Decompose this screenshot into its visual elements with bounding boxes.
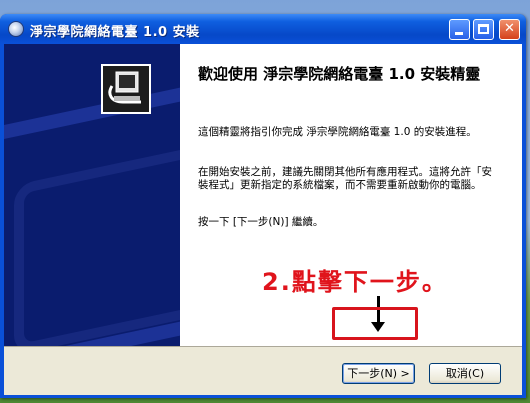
wizard-side-banner (4, 44, 180, 346)
window-client-area: 歡迎使用 淨宗學院網絡電臺 1.0 安裝精靈 這個精靈將指引你完成 淨宗學院網絡… (4, 44, 522, 395)
minimize-button[interactable] (449, 19, 470, 40)
next-button[interactable]: 下一步(N) > (342, 363, 415, 384)
installer-logo-icon (101, 64, 151, 114)
close-button[interactable]: ✕ (499, 19, 520, 40)
button-bar: 下一步(N) > 取消(C) (4, 346, 522, 395)
maximize-icon (478, 24, 489, 34)
installer-window: 淨宗學院網絡電臺 1.0 安裝 ✕ 歡迎使用 淨宗學院網絡電臺 1.0 安裝精靈… (0, 14, 526, 398)
welcome-heading: 歡迎使用 淨宗學院網絡電臺 1.0 安裝精靈 (198, 65, 481, 83)
close-icon: ✕ (504, 21, 515, 36)
minimize-icon (455, 32, 463, 35)
maximize-button[interactable] (473, 19, 494, 40)
wizard-content: 歡迎使用 淨宗學院網絡電臺 1.0 安裝精靈 這個精靈將指引你完成 淨宗學院網絡… (180, 44, 522, 346)
app-icon (8, 21, 24, 37)
continue-instruction-text: 按一下 [下一步(N)] 繼續。 (198, 216, 324, 228)
intro-text: 這個精靈將指引你完成 淨宗學院網絡電臺 1.0 的安裝進程。 (198, 126, 477, 138)
title-bar[interactable]: 淨宗學院網絡電臺 1.0 安裝 ✕ (0, 14, 526, 44)
instruction-annotation: 2.點擊下一步。 (262, 268, 448, 296)
cancel-button[interactable]: 取消(C) (429, 363, 501, 384)
next-button-highlight (332, 307, 418, 340)
close-apps-text: 在開始安裝之前，建議先關閉其他所有應用程式。這將允許「安裝程式」更新指定的系統檔… (198, 166, 492, 191)
window-title: 淨宗學院網絡電臺 1.0 安裝 (30, 25, 200, 40)
